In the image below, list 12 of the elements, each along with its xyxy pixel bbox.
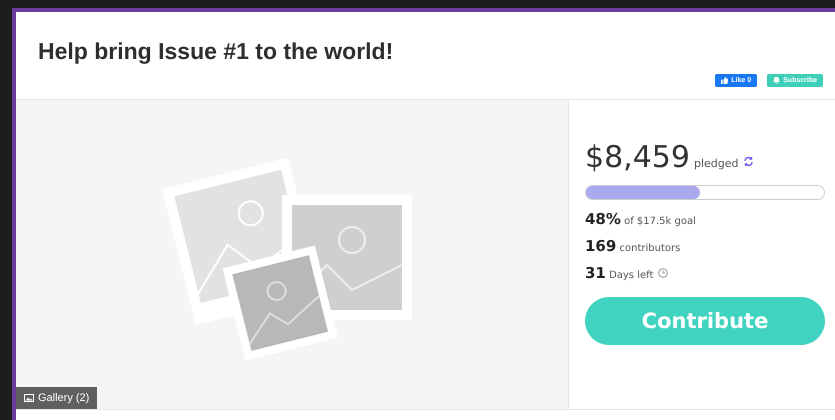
- pledged-label: pledged: [694, 157, 739, 170]
- refresh-icon: [742, 156, 754, 167]
- page-title: Help bring Issue #1 to the world!: [38, 38, 394, 65]
- thumbs-up-icon: [721, 77, 728, 84]
- clock-icon: [658, 268, 668, 278]
- pledged-amount: $8,459: [585, 140, 690, 175]
- gallery-button[interactable]: Gallery (2): [16, 387, 98, 409]
- bell-icon: [773, 77, 780, 84]
- stat-text: 169 contributors: [585, 237, 680, 255]
- stat-text: 31 Days left: [585, 264, 654, 282]
- stat-text: 48% of $17.5k goal: [585, 210, 696, 228]
- image-icon: [24, 394, 34, 402]
